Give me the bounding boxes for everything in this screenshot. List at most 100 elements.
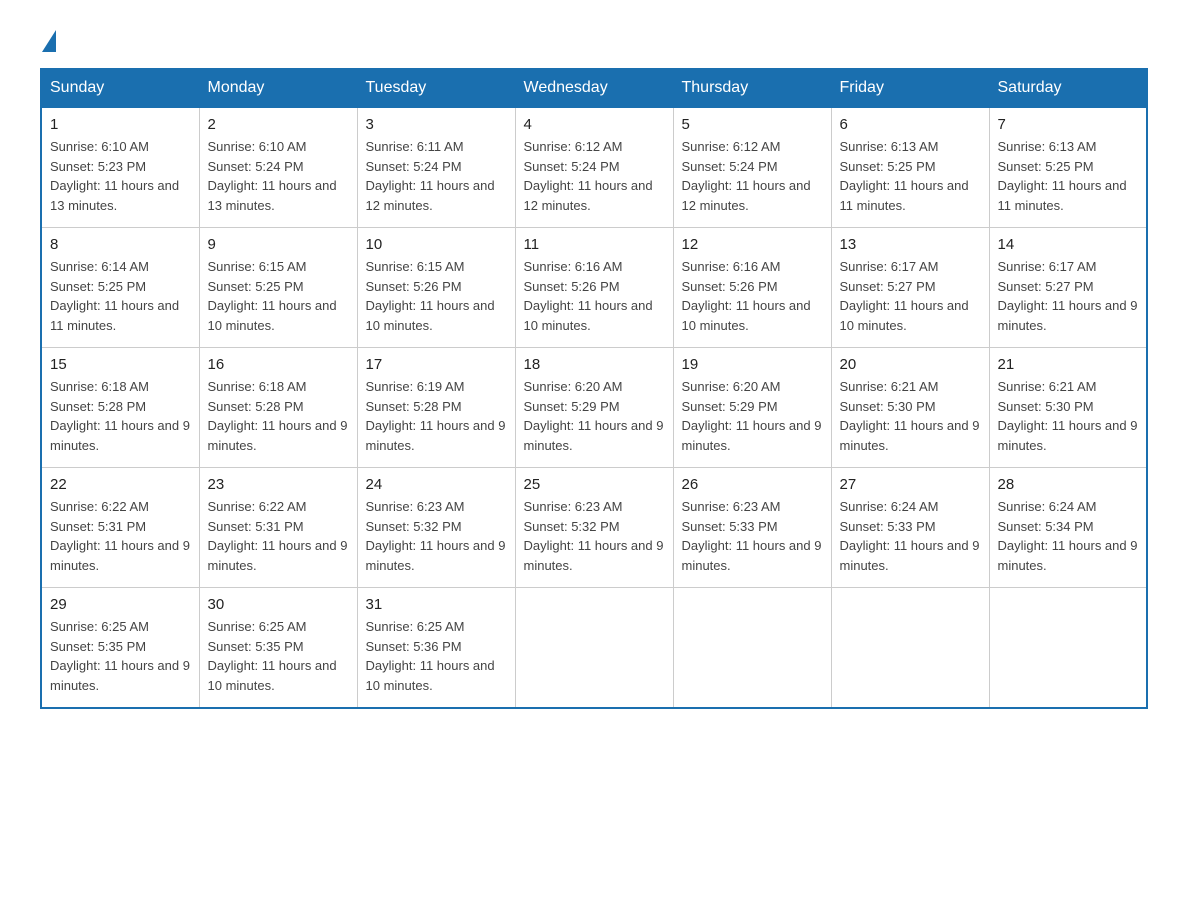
day-info: Sunrise: 6:10 AMSunset: 5:23 PMDaylight:…	[50, 137, 191, 215]
day-number: 25	[524, 476, 665, 493]
header-saturday: Saturday	[989, 69, 1147, 108]
day-number: 20	[840, 356, 981, 373]
day-number: 13	[840, 236, 981, 253]
calendar-week-row: 8 Sunrise: 6:14 AMSunset: 5:25 PMDaylight…	[41, 228, 1147, 348]
calendar-cell: 15 Sunrise: 6:18 AMSunset: 5:28 PMDayligh…	[41, 348, 199, 468]
calendar-cell: 17 Sunrise: 6:19 AMSunset: 5:28 PMDayligh…	[357, 348, 515, 468]
day-info: Sunrise: 6:20 AMSunset: 5:29 PMDaylight:…	[524, 377, 665, 455]
day-number: 15	[50, 356, 191, 373]
day-info: Sunrise: 6:25 AMSunset: 5:35 PMDaylight:…	[50, 617, 191, 695]
day-number: 6	[840, 116, 981, 133]
calendar-cell: 21Sunrise: 6:21 AMSunset: 5:30 PMDayligh…	[989, 348, 1147, 468]
calendar-cell: 9 Sunrise: 6:15 AMSunset: 5:25 PMDaylight…	[199, 228, 357, 348]
calendar-week-row: 29Sunrise: 6:25 AMSunset: 5:35 PMDayligh…	[41, 588, 1147, 709]
day-info: Sunrise: 6:13 AMSunset: 5:25 PMDaylight:…	[840, 137, 981, 215]
calendar-cell: 3Sunrise: 6:11 AMSunset: 5:24 PMDaylight…	[357, 108, 515, 228]
day-info: Sunrise: 6:23 AMSunset: 5:32 PMDaylight:…	[524, 497, 665, 575]
day-number: 10	[366, 236, 507, 253]
day-info: Sunrise: 6:18 AMSunset: 5:28 PMDaylight:…	[50, 377, 191, 455]
day-info: Sunrise: 6:21 AMSunset: 5:30 PMDaylight:…	[840, 377, 981, 455]
day-info: Sunrise: 6:14 AMSunset: 5:25 PMDaylight:…	[50, 257, 191, 335]
calendar-cell: 7 Sunrise: 6:13 AMSunset: 5:25 PMDaylight…	[989, 108, 1147, 228]
day-number: 18	[524, 356, 665, 373]
day-number: 1	[50, 116, 191, 133]
day-info: Sunrise: 6:24 AMSunset: 5:34 PMDaylight:…	[998, 497, 1139, 575]
calendar-cell: 19 Sunrise: 6:20 AMSunset: 5:29 PMDayligh…	[673, 348, 831, 468]
calendar-cell: 5 Sunrise: 6:12 AMSunset: 5:24 PMDaylight…	[673, 108, 831, 228]
day-number: 24	[366, 476, 507, 493]
calendar-cell: 1 Sunrise: 6:10 AMSunset: 5:23 PMDaylight…	[41, 108, 199, 228]
calendar-cell: 11Sunrise: 6:16 AMSunset: 5:26 PMDayligh…	[515, 228, 673, 348]
calendar-cell: 6 Sunrise: 6:13 AMSunset: 5:25 PMDaylight…	[831, 108, 989, 228]
calendar-cell: 16 Sunrise: 6:18 AMSunset: 5:28 PMDayligh…	[199, 348, 357, 468]
day-info: Sunrise: 6:16 AMSunset: 5:26 PMDaylight:…	[524, 257, 665, 335]
day-info: Sunrise: 6:25 AMSunset: 5:36 PMDaylight:…	[366, 617, 507, 695]
day-number: 16	[208, 356, 349, 373]
day-number: 8	[50, 236, 191, 253]
day-number: 26	[682, 476, 823, 493]
calendar-cell	[515, 588, 673, 709]
header-sunday: Sunday	[41, 69, 199, 108]
day-info: Sunrise: 6:15 AMSunset: 5:25 PMDaylight:…	[208, 257, 349, 335]
day-number: 27	[840, 476, 981, 493]
calendar-cell: 10 Sunrise: 6:15 AMSunset: 5:26 PMDayligh…	[357, 228, 515, 348]
day-number: 31	[366, 596, 507, 613]
calendar-cell: 14Sunrise: 6:17 AMSunset: 5:27 PMDayligh…	[989, 228, 1147, 348]
day-info: Sunrise: 6:12 AMSunset: 5:24 PMDaylight:…	[682, 137, 823, 215]
header-monday: Monday	[199, 69, 357, 108]
day-info: Sunrise: 6:22 AMSunset: 5:31 PMDaylight:…	[50, 497, 191, 575]
day-number: 9	[208, 236, 349, 253]
calendar-cell: 8 Sunrise: 6:14 AMSunset: 5:25 PMDaylight…	[41, 228, 199, 348]
day-info: Sunrise: 6:22 AMSunset: 5:31 PMDaylight:…	[208, 497, 349, 575]
day-info: Sunrise: 6:24 AMSunset: 5:33 PMDaylight:…	[840, 497, 981, 575]
calendar-cell: 28 Sunrise: 6:24 AMSunset: 5:34 PMDayligh…	[989, 468, 1147, 588]
calendar-cell: 31 Sunrise: 6:25 AMSunset: 5:36 PMDayligh…	[357, 588, 515, 709]
calendar-cell: 20 Sunrise: 6:21 AMSunset: 5:30 PMDayligh…	[831, 348, 989, 468]
header-tuesday: Tuesday	[357, 69, 515, 108]
header-friday: Friday	[831, 69, 989, 108]
day-info: Sunrise: 6:16 AMSunset: 5:26 PMDaylight:…	[682, 257, 823, 335]
calendar-cell	[831, 588, 989, 709]
day-info: Sunrise: 6:15 AMSunset: 5:26 PMDaylight:…	[366, 257, 507, 335]
header-wednesday: Wednesday	[515, 69, 673, 108]
calendar-cell: 13Sunrise: 6:17 AMSunset: 5:27 PMDayligh…	[831, 228, 989, 348]
calendar-week-row: 1 Sunrise: 6:10 AMSunset: 5:23 PMDaylight…	[41, 108, 1147, 228]
day-number: 4	[524, 116, 665, 133]
day-info: Sunrise: 6:23 AMSunset: 5:33 PMDaylight:…	[682, 497, 823, 575]
calendar-cell: 30Sunrise: 6:25 AMSunset: 5:35 PMDayligh…	[199, 588, 357, 709]
day-number: 14	[998, 236, 1139, 253]
calendar-cell: 29Sunrise: 6:25 AMSunset: 5:35 PMDayligh…	[41, 588, 199, 709]
calendar-week-row: 22Sunrise: 6:22 AMSunset: 5:31 PMDayligh…	[41, 468, 1147, 588]
day-number: 7	[998, 116, 1139, 133]
day-number: 21	[998, 356, 1139, 373]
calendar-cell: 22Sunrise: 6:22 AMSunset: 5:31 PMDayligh…	[41, 468, 199, 588]
day-info: Sunrise: 6:18 AMSunset: 5:28 PMDaylight:…	[208, 377, 349, 455]
calendar-week-row: 15 Sunrise: 6:18 AMSunset: 5:28 PMDayligh…	[41, 348, 1147, 468]
calendar-cell: 4 Sunrise: 6:12 AMSunset: 5:24 PMDaylight…	[515, 108, 673, 228]
calendar-cell: 12Sunrise: 6:16 AMSunset: 5:26 PMDayligh…	[673, 228, 831, 348]
page-header	[40, 30, 1148, 48]
calendar-cell	[673, 588, 831, 709]
calendar-cell: 23 Sunrise: 6:22 AMSunset: 5:31 PMDayligh…	[199, 468, 357, 588]
day-number: 23	[208, 476, 349, 493]
day-info: Sunrise: 6:13 AMSunset: 5:25 PMDaylight:…	[998, 137, 1139, 215]
calendar-cell: 18 Sunrise: 6:20 AMSunset: 5:29 PMDayligh…	[515, 348, 673, 468]
calendar-cell: 24Sunrise: 6:23 AMSunset: 5:32 PMDayligh…	[357, 468, 515, 588]
day-info: Sunrise: 6:10 AMSunset: 5:24 PMDaylight:…	[208, 137, 349, 215]
day-info: Sunrise: 6:12 AMSunset: 5:24 PMDaylight:…	[524, 137, 665, 215]
day-info: Sunrise: 6:25 AMSunset: 5:35 PMDaylight:…	[208, 617, 349, 695]
logo	[40, 30, 56, 48]
day-number: 5	[682, 116, 823, 133]
day-info: Sunrise: 6:11 AMSunset: 5:24 PMDaylight:…	[366, 137, 507, 215]
day-number: 19	[682, 356, 823, 373]
day-number: 17	[366, 356, 507, 373]
calendar-cell: 2 Sunrise: 6:10 AMSunset: 5:24 PMDaylight…	[199, 108, 357, 228]
calendar-cell: 27 Sunrise: 6:24 AMSunset: 5:33 PMDayligh…	[831, 468, 989, 588]
day-info: Sunrise: 6:19 AMSunset: 5:28 PMDaylight:…	[366, 377, 507, 455]
logo-triangle-icon	[42, 30, 56, 52]
day-number: 2	[208, 116, 349, 133]
calendar-cell: 26 Sunrise: 6:23 AMSunset: 5:33 PMDayligh…	[673, 468, 831, 588]
day-info: Sunrise: 6:20 AMSunset: 5:29 PMDaylight:…	[682, 377, 823, 455]
day-number: 28	[998, 476, 1139, 493]
calendar-cell: 25 Sunrise: 6:23 AMSunset: 5:32 PMDayligh…	[515, 468, 673, 588]
